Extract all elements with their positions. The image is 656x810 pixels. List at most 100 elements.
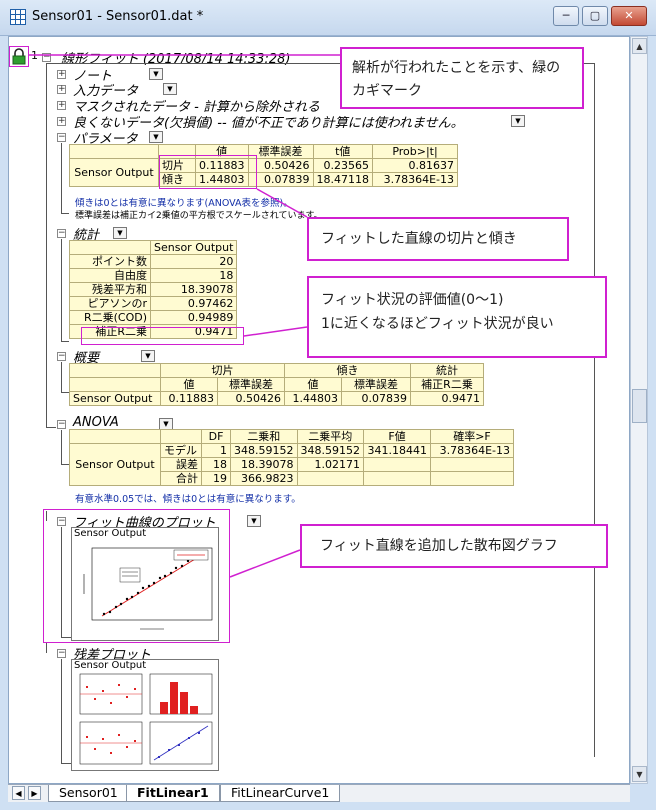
- cell: 0.97462: [149, 296, 238, 311]
- report-sheet: 1 − 線形フィット (2017/08/14 14:33:28) + ノート ▼…: [8, 36, 630, 784]
- expand-toggle-bad[interactable]: +: [57, 117, 66, 126]
- col-header: 標準誤差: [247, 144, 314, 159]
- tab-next-button[interactable]: ▶: [28, 786, 41, 800]
- params-table: 値 標準誤差 t値 Prob>|t| Sensor Output 切片 0.11…: [69, 144, 458, 187]
- callout-stats: フィット状況の評価値(0〜1) 1に近くなるほどフィット状況が良い: [307, 276, 607, 358]
- sheet-tab-bar: ◀ ▶ Sensor01 FitLinear1 FitLinearCurve1: [8, 784, 630, 802]
- row-label: 誤差: [160, 457, 202, 472]
- collapse-toggle-params[interactable]: −: [57, 133, 66, 142]
- fitplot-dropdown[interactable]: ▼: [247, 515, 261, 527]
- col-header: 補正R二乗: [410, 377, 484, 392]
- col-header: 二乗平均: [296, 429, 364, 444]
- scroll-thumb[interactable]: [632, 389, 647, 423]
- cell: 18: [201, 457, 231, 472]
- cell: 0.94989: [149, 310, 238, 325]
- row-label: 自由度: [69, 268, 151, 283]
- expand-toggle-notes[interactable]: +: [57, 70, 66, 79]
- col-header: 標準誤差: [217, 377, 285, 392]
- callout-stats-line2: 1に近くなるほどフィット状況が良い: [321, 316, 554, 332]
- params-note-2: 標準誤差は補正カイ2乗値の平方根でスケールされています。: [75, 211, 323, 221]
- col-header: 二乗和: [230, 429, 298, 444]
- callout-params: フィットした直線の切片と傾き: [307, 217, 569, 261]
- collapse-toggle-anova[interactable]: −: [57, 420, 66, 429]
- cell: 0.50426: [247, 158, 314, 173]
- col-header: F値: [363, 429, 431, 444]
- scroll-down-button[interactable]: ▼: [632, 766, 647, 782]
- cell: 1.02171: [296, 457, 364, 472]
- adj-r2-highlight: [81, 327, 244, 345]
- cell: [430, 457, 514, 472]
- col-header: DF: [201, 429, 231, 444]
- scroll-up-button[interactable]: ▲: [632, 38, 647, 54]
- col-header: 標準誤差: [341, 377, 411, 392]
- row-label: ポイント数: [69, 254, 151, 269]
- row-label: 残差平方和: [69, 282, 151, 297]
- cell: 18.39078: [230, 457, 298, 472]
- params-highlight: [159, 155, 257, 189]
- expand-toggle-input[interactable]: +: [57, 85, 66, 94]
- tree-node-number: 1: [31, 49, 38, 62]
- vertical-scrollbar[interactable]: ▲ ▼: [630, 36, 648, 784]
- stats-dropdown[interactable]: ▼: [113, 227, 127, 239]
- cell: 18.39078: [149, 282, 238, 297]
- cell: 1.44803: [284, 391, 342, 406]
- collapse-toggle[interactable]: −: [42, 53, 51, 62]
- cell: 341.18441: [363, 443, 431, 458]
- cell: 18: [149, 268, 238, 283]
- summary-dropdown[interactable]: ▼: [141, 350, 155, 362]
- input-dropdown[interactable]: ▼: [163, 83, 177, 95]
- collapse-toggle-resid[interactable]: −: [57, 649, 66, 658]
- anova-note: 有意水準0.05では、傾きは0とは有意に異なります。: [75, 494, 301, 505]
- graph-highlight: [43, 509, 230, 643]
- residual-graph-thumbnail[interactable]: Sensor Output: [71, 659, 219, 771]
- tab-fitlinearcurve1[interactable]: FitLinearCurve1: [220, 785, 341, 802]
- callout-stats-line1: フィット状況の評価値(0〜1): [321, 292, 504, 308]
- residual-graphs: [79, 673, 213, 765]
- expand-toggle-masked[interactable]: +: [57, 101, 66, 110]
- col-header: Sensor Output: [149, 240, 238, 255]
- col-header: Prob>|t|: [372, 144, 458, 159]
- collapse-toggle-summary[interactable]: −: [57, 352, 66, 361]
- col-header: 値: [284, 377, 342, 392]
- close-button[interactable]: ✕: [611, 6, 647, 26]
- cell: 348.59152: [230, 443, 298, 458]
- cell: 20: [149, 254, 238, 269]
- row-label: R二乗(COD): [69, 310, 151, 325]
- cell: [430, 471, 514, 486]
- notes-dropdown[interactable]: ▼: [149, 68, 163, 80]
- bad-data-dropdown[interactable]: ▼: [511, 115, 525, 127]
- col-header: t値: [312, 144, 373, 159]
- cell: 0.9471: [410, 391, 484, 406]
- callout-lock: 解析が行われたことを示す、緑のカギマーク: [340, 47, 584, 109]
- col-header: 値: [160, 377, 218, 392]
- col-header: 確率>F: [430, 429, 514, 444]
- cell: 19: [201, 471, 231, 486]
- heading-anova: ANOVA: [73, 415, 119, 430]
- worksheet-icon: [10, 9, 26, 25]
- row-label: Sensor Output: [69, 391, 161, 406]
- maximize-button[interactable]: ▢: [582, 6, 608, 26]
- summary-table: 切片 傾き 統計 値 標準誤差 値 標準誤差 補正R二乗 Sensor Outp…: [69, 363, 484, 406]
- collapse-toggle-stats[interactable]: −: [57, 229, 66, 238]
- row-label: モデル: [160, 443, 202, 458]
- row-label: ピアソンのr: [69, 296, 151, 311]
- params-note: 傾きは0とは有意に異なります(ANOVA表を参照)。: [75, 198, 293, 209]
- minimize-button[interactable]: ─: [553, 6, 579, 26]
- cell: [363, 471, 431, 486]
- col-group: 傾き: [284, 363, 411, 378]
- cell: 0.07839: [341, 391, 411, 406]
- col-group: 切片: [160, 363, 285, 378]
- row-group: Sensor Output: [69, 158, 159, 187]
- callout-graph: フィット直線を追加した散布図グラフ: [300, 524, 608, 568]
- tab-fitlinear1[interactable]: FitLinear1: [126, 785, 220, 802]
- tab-prev-button[interactable]: ◀: [12, 786, 25, 800]
- cell: [363, 457, 431, 472]
- params-dropdown[interactable]: ▼: [149, 131, 163, 143]
- cell: 0.50426: [217, 391, 285, 406]
- cell: 18.47118: [312, 172, 373, 187]
- cell: [296, 471, 364, 486]
- anova-table: DF 二乗和 二乗平均 F値 確率>F Sensor Output モデル 1 …: [69, 429, 514, 486]
- lock-highlight: [9, 46, 29, 67]
- cell: 3.78364E-13: [430, 443, 514, 458]
- tab-sensor01[interactable]: Sensor01: [48, 785, 129, 802]
